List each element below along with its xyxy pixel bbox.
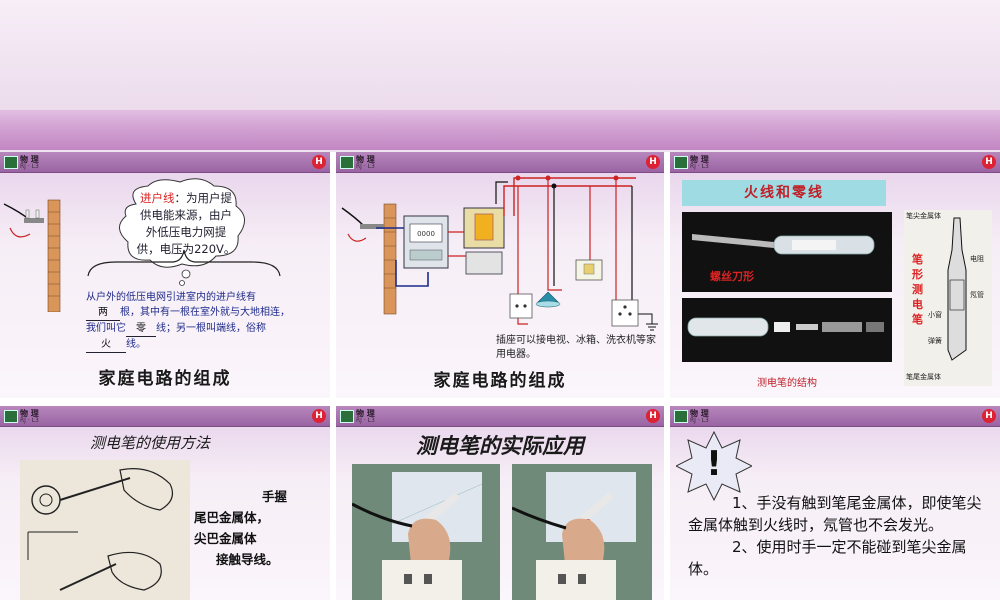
slide-thumbnail-1[interactable]: 物 理 RJ · L3 H 进户线：为用户提供电能来源，由户外低压电力网提供，电…: [0, 152, 330, 398]
screwdriver-label: 螺丝刀形: [710, 270, 754, 283]
slide-thumbnail-3[interactable]: 物 理 RJ · L3 H 火线和零线 螺丝刀形 笔尖金属体 笔形测电笔 电阻 …: [670, 152, 1000, 398]
balance-logo-icon: [4, 410, 18, 423]
subject-code: RJ · L3: [20, 417, 39, 424]
svg-text:0000: 0000: [417, 230, 435, 238]
note-paragraph-1: 1、手没有触到笔尾金属体，即使笔尖金属体触到火线时，氖管也不会发光。: [688, 494, 982, 534]
bubble-label: 进户线: [140, 191, 175, 205]
usage-line-3: 尖巴金属体: [194, 531, 257, 546]
top-area: [0, 0, 1000, 110]
slide-header: 物 理 RJ · L3 H: [0, 152, 330, 173]
note-text: 1、手没有触到笔尾金属体，即使笔尖金属体触到火线时，氖管也不会发光。 2、使用时…: [688, 492, 992, 580]
sentence-part-4: 线。: [126, 339, 146, 350]
slide-title: 家庭电路的组成: [98, 369, 232, 389]
slide-header: 物 理 RJ · L3 H: [0, 406, 330, 427]
blank-1: 两: [86, 305, 120, 321]
service-entrance-diagram: [3, 199, 61, 312]
part-label-2: 氖管: [970, 291, 984, 299]
disassembled-pen-photo: [682, 298, 892, 362]
balance-logo-icon: [674, 156, 688, 169]
balance-logo-icon: [674, 410, 688, 423]
entrance-sentence: 从户外的低压电网引进室内的进户线有 两根，其中有一根在室外就与大地相连，我们叫它…: [86, 290, 290, 353]
blank-2: 零: [126, 321, 156, 337]
subject-code: RJ · L3: [20, 163, 39, 170]
balance-logo-icon: [4, 156, 18, 169]
socket-caption: 插座可以接电视、冰箱、洗衣机等家用电器。: [496, 335, 656, 360]
slide-header: 物 理 RJ · L3 H: [670, 406, 1000, 427]
brand-badge-icon: H: [646, 409, 660, 423]
slide-title: 测电笔的使用方法: [90, 434, 211, 452]
usage-line-2: 尾巴金属体，: [194, 510, 270, 525]
usage-illustration: [20, 460, 190, 600]
note-paragraph-2: 2、使用时手一定不能碰到笔尖金属体。: [688, 538, 967, 578]
usage-text: 手握 尾巴金属体， 尖巴金属体 接触导线。: [194, 486, 324, 570]
slide-thumbnail-2[interactable]: 物 理 RJ · L3 H 0000 插座可以接电视、冰箱、洗衣机等家用电器。 …: [336, 152, 664, 398]
photo-socket-left: [351, 464, 500, 600]
slide-title: 测电笔的实际应用: [416, 433, 584, 458]
subject-code: RJ · L3: [690, 163, 709, 170]
subject-code: RJ · L3: [356, 417, 375, 424]
part-label-1: 电阻: [970, 255, 984, 263]
slide-header: 物 理 RJ · L3 H: [336, 152, 664, 173]
slide-title: 家庭电路的组成: [433, 371, 567, 391]
live-neutral-banner: 火线和零线: [682, 180, 886, 206]
screwdriver-photo: 螺丝刀形: [682, 212, 892, 292]
blank-3: 火: [86, 337, 126, 353]
structure-caption: 测电笔的结构: [757, 378, 817, 389]
slide-thumbnail-4[interactable]: 物 理 RJ · L3 H 测电笔的使用方法 手握 尾巴金属体， 尖巴金属体 接…: [0, 406, 330, 600]
pen-diagram: 笔尖金属体 笔形测电笔 电阻 氖管 小窗 弹簧 笔尾金属体: [904, 210, 992, 386]
brand-badge-icon: H: [982, 409, 996, 423]
warning-mark: !: [706, 444, 722, 484]
slide-header: 物 理 RJ · L3 H: [336, 406, 664, 427]
brand-badge-icon: H: [312, 409, 326, 423]
subject-code: RJ · L3: [356, 163, 375, 170]
tail-label: 笔尾金属体: [906, 373, 941, 381]
slide-sorter-grid: 物 理 RJ · L3 H 进户线：为用户提供电能来源，由户外低压电力网提供，电…: [0, 152, 1000, 600]
vertical-label: 笔形测电笔: [912, 253, 923, 326]
brace-icon: [87, 249, 281, 277]
usage-line-1: 手握: [262, 489, 288, 504]
balance-logo-icon: [340, 156, 354, 169]
slide-thumbnail-5[interactable]: 物 理 RJ · L3 H 测电笔的实际应用: [336, 406, 664, 600]
brand-badge-icon: H: [982, 155, 996, 169]
sentence-part-1: 从户外的低压电网引进室内的进户线有: [86, 292, 256, 303]
slide-header: 物 理 RJ · L3 H: [670, 152, 1000, 173]
household-circuit-diagram: 0000: [341, 175, 658, 331]
subject-code: RJ · L3: [690, 417, 709, 424]
photo-socket-right: [511, 464, 652, 600]
part-label-4: 弹簧: [928, 337, 942, 345]
balance-logo-icon: [340, 410, 354, 423]
purple-title-bar: [0, 110, 1000, 150]
brand-badge-icon: H: [646, 155, 660, 169]
brand-badge-icon: H: [312, 155, 326, 169]
slide-thumbnail-6[interactable]: 物 理 RJ · L3 H ! 1、手没有触到笔尾金属体，即使笔尖金属体触到火线…: [670, 406, 1000, 600]
part-label-3: 小窗: [928, 311, 942, 319]
sentence-part-3: 线；另一根叫端线，俗称: [156, 323, 266, 334]
usage-line-4: 接触导线。: [216, 552, 279, 567]
